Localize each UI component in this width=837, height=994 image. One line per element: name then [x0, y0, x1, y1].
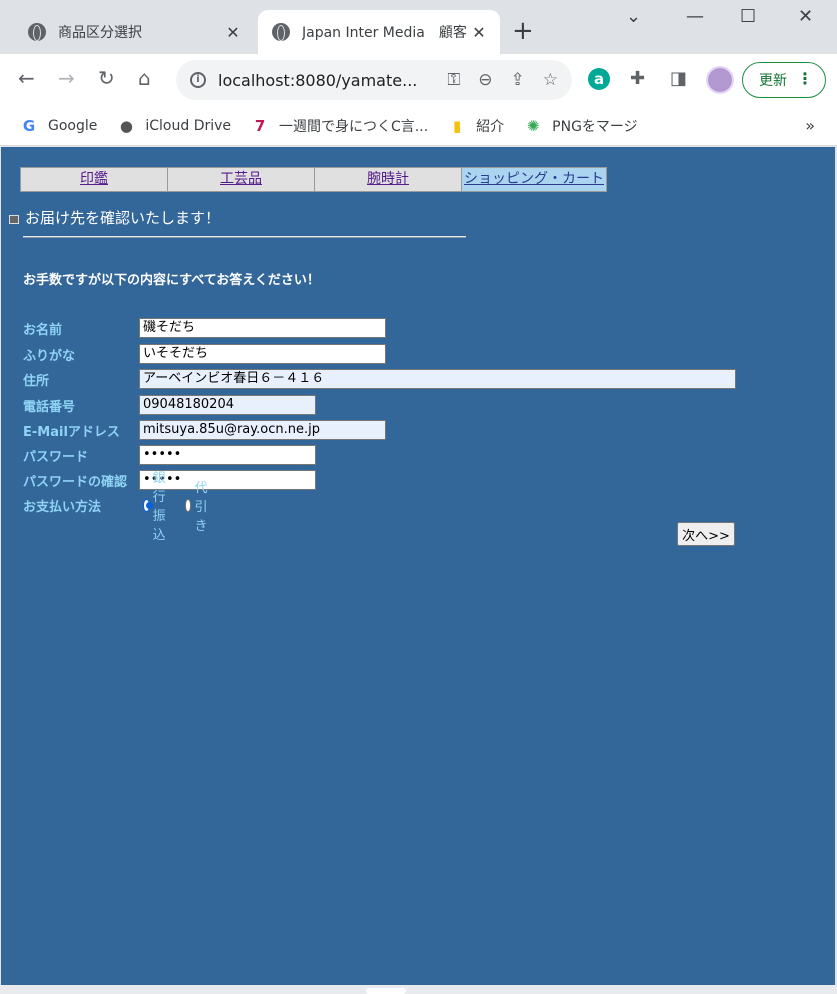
email-input[interactable]: mitsuya.85u@ray.ocn.ne.jp	[139, 420, 386, 440]
minimize-button[interactable]: —	[686, 6, 704, 27]
bookmark-label: PNGをマージ	[552, 118, 638, 135]
url-text: localhost:8080/yamate...	[218, 70, 418, 90]
cod-radio[interactable]	[184, 498, 192, 512]
extension-a-icon[interactable]: a	[588, 68, 610, 90]
password-confirm-label: パスワードの確認	[23, 474, 128, 490]
extensions-puzzle-icon[interactable]: ✚	[630, 68, 645, 89]
bookmark-google[interactable]: G Google	[20, 116, 98, 135]
share-icon[interactable]: ⇪	[511, 70, 525, 90]
menu-dots-icon[interactable]: ⋮	[797, 69, 813, 88]
new-tab-button[interactable]: +	[512, 16, 534, 46]
phone-input[interactable]: 09048180204	[139, 395, 316, 415]
address-label: 住所	[23, 373, 50, 389]
bank-transfer-radio[interactable]	[143, 498, 153, 512]
mail-icon	[9, 215, 19, 224]
folder-icon: ▮	[453, 116, 462, 135]
password-label: パスワード	[23, 449, 89, 465]
bookmark-png-merge[interactable]: ✺ PNGをマージ	[524, 116, 638, 136]
furigana-input[interactable]: いそそだち	[139, 344, 386, 364]
apple-icon: ●	[119, 116, 133, 135]
maximize-button[interactable]: ☐	[740, 6, 756, 27]
forward-icon[interactable]: →	[58, 66, 75, 90]
phone-label: 電話番号	[23, 399, 76, 415]
seven-icon: 7	[254, 116, 266, 135]
reload-icon[interactable]: ↻	[98, 66, 115, 90]
bookmark-label: 紹介	[476, 118, 505, 135]
browser-toolbar: ← → ↻ ⌂ i localhost:8080/yamate... ⚿ ⊖ ⇪…	[0, 54, 837, 106]
bookmark-intro[interactable]: ▮ 紹介	[448, 116, 504, 136]
update-label: 更新	[759, 73, 787, 89]
side-panel-icon[interactable]: ◨	[670, 68, 687, 89]
tab-close-icon[interactable]: ✕	[468, 23, 490, 42]
address-input[interactable]: アーベインビオ春日６－４１６	[139, 369, 736, 389]
tab-customer[interactable]: Japan Inter Media 顧客 ✕	[258, 10, 500, 54]
back-icon[interactable]: ←	[18, 66, 35, 90]
pinwheel-icon: ✺	[526, 116, 540, 135]
name-input[interactable]: 磯そだち	[139, 318, 386, 338]
tab-search-icon[interactable]: ⌄	[626, 6, 641, 27]
password-input[interactable]: •••••	[139, 445, 316, 465]
star-icon[interactable]: ☆	[543, 70, 558, 90]
menu-shopping-cart[interactable]: ショッピング・カート	[461, 167, 607, 192]
profile-avatar[interactable]	[706, 66, 734, 94]
bookmark-c-language[interactable]: 7 一週間で身につくC言...	[251, 116, 428, 136]
address-bar[interactable]: i localhost:8080/yamate... ⚿ ⊖ ⇪ ☆	[176, 60, 572, 100]
bookmark-label: Google	[48, 117, 98, 134]
home-icon[interactable]: ⌂	[138, 66, 151, 90]
menu-crafts[interactable]: 工芸品	[167, 167, 314, 192]
bookmark-label: iCloud Drive	[145, 117, 232, 134]
heading-text: お届け先を確認いたします！	[25, 209, 221, 227]
bank-transfer-label[interactable]: 銀行振込	[153, 467, 175, 543]
window-close-button[interactable]: ✕	[798, 6, 813, 27]
page-content: 印鑑 工芸品 腕時計 ショッピング・カート お届け先を確認いたします！ お手数で…	[1, 147, 835, 985]
horizontal-scrollbar[interactable]	[0, 985, 837, 994]
google-icon: G	[22, 116, 36, 135]
tab-title: Japan Inter Media 顧客	[302, 25, 467, 41]
email-label: E-Mailアドレス	[23, 424, 120, 440]
instruction-text: お手数ですが以下の内容にすべてお答えください！	[23, 273, 320, 288]
tab-close-icon[interactable]: ✕	[222, 23, 244, 42]
name-label: お名前	[23, 322, 63, 338]
payment-options: 銀行振込 代引き	[143, 467, 211, 543]
bookmark-icloud[interactable]: ● iCloud Drive	[117, 117, 231, 135]
bookmarks-more-icon[interactable]: »	[805, 116, 815, 135]
bookmarks-bar: G Google ● iCloud Drive 7 一週間で身につくC言... …	[0, 106, 837, 146]
heading-divider	[23, 236, 466, 238]
cod-label[interactable]: 代引き	[194, 477, 211, 534]
site-info-icon[interactable]: i	[190, 72, 206, 88]
tab-title: 商品区分選択	[58, 25, 142, 41]
payment-label: お支払い方法	[23, 499, 102, 515]
menu-watches[interactable]: 腕時計	[314, 167, 461, 192]
globe-icon	[28, 23, 46, 41]
tab-product-category[interactable]: 商品区分選択 ✕	[10, 10, 254, 54]
page-heading: お届け先を確認いたします！	[9, 207, 220, 228]
menu-seal[interactable]: 印鑑	[20, 167, 167, 192]
bookmark-label: 一週間で身につくC言...	[279, 118, 429, 135]
furigana-label: ふりがな	[23, 348, 76, 364]
next-button[interactable]: 次へ>>	[677, 522, 735, 546]
zoom-icon[interactable]: ⊖	[478, 70, 492, 90]
globe-icon	[272, 23, 290, 41]
key-icon[interactable]: ⚿	[447, 70, 460, 90]
scrollbar-thumb[interactable]	[366, 988, 406, 994]
update-button[interactable]: 更新 ⋮	[742, 62, 826, 98]
tab-strip: 商品区分選択 ✕ Japan Inter Media 顧客 ✕ + ⌄ — ☐ …	[0, 0, 837, 54]
category-menu: 印鑑 工芸品 腕時計 ショッピング・カート	[20, 167, 607, 192]
